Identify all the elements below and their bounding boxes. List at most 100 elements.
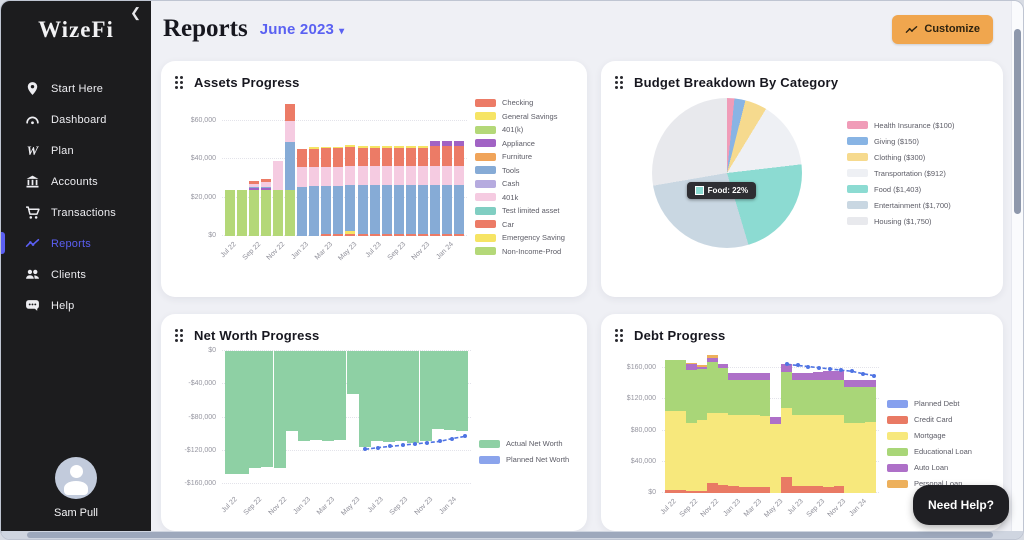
legend-item[interactable]: Planned Net Worth [479, 455, 575, 464]
bar[interactable] [760, 373, 771, 493]
bar[interactable] [358, 146, 368, 236]
horizontal-scrollbar-thumb[interactable] [27, 532, 993, 538]
drag-handle-icon[interactable] [175, 76, 185, 90]
legend-item[interactable]: Food ($1,403) [847, 185, 991, 194]
period-selector[interactable]: June 2023▾ [260, 21, 345, 38]
legend-item[interactable]: Test limited asset [475, 206, 575, 215]
legend-item[interactable]: 401k [475, 193, 575, 202]
legend-item[interactable]: Appliance [475, 139, 575, 148]
bar[interactable] [394, 146, 404, 236]
legend-item[interactable]: Mortgage [887, 431, 991, 440]
user-profile[interactable]: Sam Pull [1, 457, 151, 519]
bar[interactable] [454, 141, 464, 236]
bar[interactable] [834, 371, 845, 493]
bar[interactable] [274, 351, 286, 468]
bar[interactable] [676, 360, 687, 493]
legend-item[interactable]: Auto Loan [887, 463, 991, 472]
sidebar-item-reports[interactable]: Reports [1, 228, 151, 259]
bar[interactable] [865, 380, 876, 493]
bar[interactable] [395, 351, 407, 441]
bar[interactable] [322, 351, 334, 441]
bar[interactable] [432, 351, 444, 429]
legend-item[interactable]: Housing ($1,750) [847, 217, 991, 226]
bar[interactable] [844, 380, 855, 493]
bar[interactable] [297, 149, 307, 236]
legend-item[interactable]: Planned Debt [887, 399, 991, 408]
bar[interactable] [813, 372, 824, 493]
sidebar-item-dashboard[interactable]: Dashboard [1, 104, 151, 135]
bar[interactable] [406, 146, 416, 236]
legend-item[interactable]: 401(k) [475, 125, 575, 134]
legend-item[interactable]: Checking [475, 98, 575, 107]
bar[interactable] [383, 351, 395, 442]
bar[interactable] [718, 364, 729, 493]
drag-handle-icon[interactable] [175, 329, 185, 343]
sidebar-item-start-here[interactable]: Start Here [1, 73, 151, 104]
bar[interactable] [309, 147, 319, 236]
vertical-scrollbar[interactable] [1011, 1, 1023, 531]
bar[interactable] [347, 351, 359, 394]
bar[interactable] [249, 181, 259, 236]
need-help-button[interactable]: Need Help? [913, 485, 1009, 525]
bar[interactable] [285, 104, 295, 236]
drag-handle-icon[interactable] [615, 329, 625, 343]
bar[interactable] [359, 351, 371, 447]
bar[interactable] [407, 351, 419, 443]
bar[interactable] [225, 351, 237, 474]
bar[interactable] [697, 365, 708, 493]
sidebar-item-accounts[interactable]: Accounts [1, 166, 151, 197]
bar[interactable] [418, 146, 428, 236]
sidebar-item-transactions[interactable]: Transactions [1, 197, 151, 228]
bar[interactable] [442, 141, 452, 236]
bar[interactable] [261, 351, 273, 467]
legend-item[interactable]: Furniture [475, 152, 575, 161]
bar[interactable] [456, 351, 468, 431]
legend-item[interactable]: Entertainment ($1,700) [847, 201, 991, 210]
customize-button[interactable]: Customize [892, 15, 993, 44]
bar[interactable] [749, 373, 760, 493]
bar[interactable] [298, 351, 310, 441]
bar[interactable] [333, 147, 343, 236]
bar[interactable] [707, 355, 718, 493]
bar[interactable] [249, 351, 261, 468]
legend-item[interactable]: Non-Income-Prod [475, 247, 575, 256]
legend-item[interactable]: General Savings [475, 112, 575, 121]
bar[interactable] [273, 161, 283, 236]
bar[interactable] [334, 351, 346, 440]
legend-item[interactable]: Car [475, 220, 575, 229]
legend-item[interactable]: Tools [475, 166, 575, 175]
bar[interactable] [371, 351, 383, 441]
sidebar-item-plan[interactable]: W Plan [1, 135, 151, 166]
bar[interactable] [310, 351, 322, 440]
bar[interactable] [321, 147, 331, 236]
bar[interactable] [444, 351, 456, 430]
bar[interactable] [728, 373, 739, 493]
legend-item[interactable]: Educational Loan [887, 447, 991, 456]
bar[interactable] [237, 190, 247, 236]
horizontal-scrollbar[interactable] [1, 531, 1023, 539]
bar[interactable] [792, 373, 803, 493]
bar[interactable] [261, 179, 271, 236]
legend-item[interactable]: Transportation ($912) [847, 169, 991, 178]
legend-item[interactable]: Clothing ($300) [847, 153, 991, 162]
bar[interactable] [420, 351, 432, 441]
bar[interactable] [345, 145, 355, 236]
bar[interactable] [382, 146, 392, 236]
legend-item[interactable]: Actual Net Worth [479, 439, 575, 448]
legend-item[interactable]: Health Insurance ($100) [847, 121, 991, 130]
bar[interactable] [225, 190, 235, 236]
bar[interactable] [855, 380, 866, 493]
sidebar-item-help[interactable]: Help [1, 290, 151, 321]
bar[interactable] [823, 371, 834, 493]
bar[interactable] [430, 141, 440, 236]
bar[interactable] [370, 146, 380, 236]
bar[interactable] [286, 351, 298, 431]
bar[interactable] [739, 373, 750, 493]
drag-handle-icon[interactable] [615, 76, 625, 90]
bar[interactable] [686, 363, 697, 493]
bar[interactable] [781, 364, 792, 493]
legend-item[interactable]: Cash [475, 179, 575, 188]
pie[interactable] [652, 98, 802, 248]
bar[interactable] [665, 360, 676, 493]
legend-item[interactable]: Emergency Saving [475, 233, 575, 242]
